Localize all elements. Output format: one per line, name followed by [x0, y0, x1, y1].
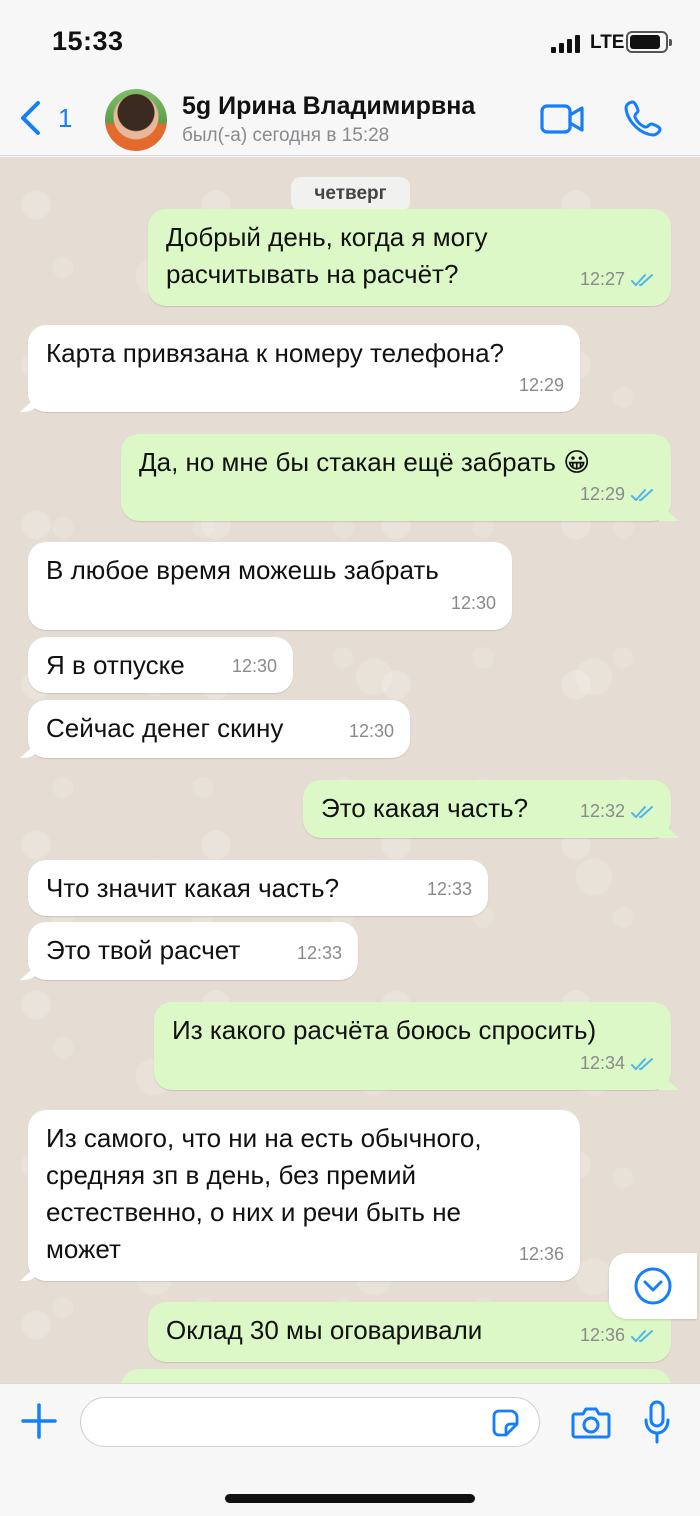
message-time: 12:30	[450, 593, 496, 613]
message-text: Из какого расчёта боюсь спросить)	[172, 1015, 597, 1045]
message-bubble-incoming[interactable]: Я в отпуске 12:30	[28, 637, 293, 693]
video-call-icon[interactable]	[540, 102, 584, 136]
message-meta: 12:33	[297, 935, 342, 972]
message-bubble-outgoing-partial[interactable]	[121, 1369, 671, 1383]
message-time: 12:30	[231, 656, 277, 676]
contact-name[interactable]: 5g Ирина Владимирвна	[182, 92, 475, 121]
battery-icon	[626, 31, 672, 53]
message-bubble-outgoing[interactable]: Оклад 30 мы оговаривали 12:36	[148, 1302, 671, 1362]
read-ticks-icon	[631, 273, 653, 286]
message-bubble-incoming[interactable]: Это твой расчет 12:33	[28, 922, 358, 980]
message-input[interactable]	[80, 1397, 540, 1447]
message-composer	[0, 1383, 700, 1516]
read-ticks-icon	[631, 1057, 653, 1070]
message-time: 12:34	[579, 1053, 625, 1073]
message-time: 12:33	[296, 943, 342, 963]
back-chevron-icon	[21, 101, 40, 135]
message-bubble-incoming[interactable]: Карта привязана к номеру телефона? 12:29	[28, 325, 580, 412]
message-time: 12:36	[518, 1244, 564, 1264]
message-meta: 12:29	[519, 367, 564, 404]
home-indicator	[225, 1494, 475, 1503]
message-meta: 12:30	[349, 713, 394, 750]
message-time: 12:32	[579, 801, 625, 821]
plus-icon[interactable]	[20, 1402, 58, 1440]
message-text: Да, но мне бы стакан ещё забрать 😀	[139, 447, 591, 477]
message-time: 12:36	[579, 1325, 625, 1345]
message-time: 12:33	[426, 879, 472, 899]
message-text: Карта привязана к номеру телефона?	[46, 338, 504, 368]
message-time: 12:29	[518, 375, 564, 395]
avatar[interactable]	[105, 89, 167, 151]
message-meta: 12:36	[519, 1236, 564, 1273]
message-meta: 12:30	[451, 585, 496, 622]
date-separator: четверг	[291, 177, 410, 211]
camera-icon[interactable]	[571, 1404, 611, 1440]
message-meta: 12:36	[580, 1317, 655, 1354]
message-text: Из самого, что ни на есть обычного, сред…	[46, 1123, 482, 1264]
message-bubble-outgoing[interactable]: Из какого расчёта боюсь спросить) 12:34	[154, 1002, 671, 1090]
message-meta: 12:34	[580, 1045, 655, 1082]
message-meta: 12:32	[580, 793, 655, 830]
message-bubble-incoming[interactable]: В любое время можешь забрать 12:30	[28, 542, 512, 630]
microphone-icon[interactable]	[644, 1400, 670, 1444]
scroll-down-button[interactable]	[609, 1253, 697, 1319]
message-bubble-outgoing[interactable]: Да, но мне бы стакан ещё забрать 😀 12:29	[121, 434, 671, 521]
read-ticks-icon	[631, 1329, 653, 1342]
read-ticks-icon	[631, 805, 653, 818]
message-bubble-incoming[interactable]: Из самого, что ни на есть обычного, сред…	[28, 1110, 580, 1281]
chat-area[interactable]: четверг Добрый день, когда я могу расчит…	[0, 157, 700, 1383]
message-meta: 12:33	[427, 871, 472, 908]
message-text: Это твой расчет	[46, 935, 241, 965]
message-meta: 12:27	[580, 261, 655, 298]
message-meta: 12:30	[232, 648, 277, 685]
message-bubble-outgoing[interactable]: Добрый день, когда я могу расчитывать на…	[148, 209, 671, 306]
chat-header: 1 5g Ирина Владимирвна был(-а) сегодня в…	[0, 82, 700, 156]
read-ticks-icon	[631, 488, 653, 501]
status-bar: 15:33 LTE	[0, 0, 700, 82]
message-bubble-incoming[interactable]: Сейчас денег скину 12:30	[28, 700, 410, 758]
status-time: 15:33	[52, 26, 124, 56]
network-type: LTE	[590, 32, 625, 53]
scroll-down-icon	[634, 1267, 672, 1305]
message-time: 12:27	[579, 269, 625, 289]
message-time: 12:30	[348, 721, 394, 741]
unread-count: 1	[58, 102, 73, 133]
message-text: Что значит какая часть?	[46, 873, 340, 903]
sticker-icon[interactable]	[490, 1408, 520, 1438]
signal-icon	[551, 33, 581, 53]
message-text: В любое время можешь забрать	[46, 555, 439, 585]
message-bubble-outgoing[interactable]: Это какая часть? 12:32	[303, 780, 671, 838]
message-text: Сейчас денег скину	[46, 713, 284, 743]
contact-last-seen: был(-а) сегодня в 15:28	[182, 125, 390, 146]
phone-call-icon[interactable]	[624, 99, 662, 137]
message-bubble-incoming[interactable]: Что значит какая часть? 12:33	[28, 860, 488, 916]
message-meta: 12:29	[580, 476, 655, 513]
message-time: 12:29	[579, 484, 625, 504]
back-button[interactable]: 1	[18, 98, 72, 138]
